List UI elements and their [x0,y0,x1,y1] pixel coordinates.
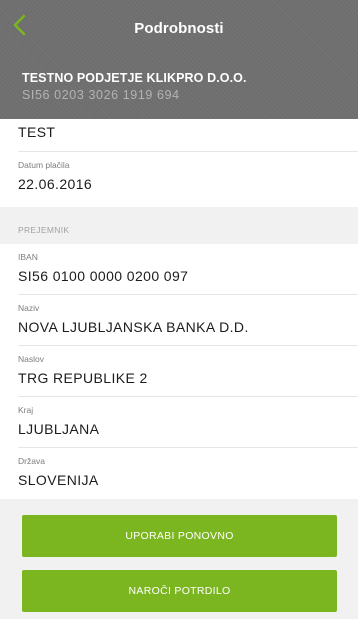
section-title: PREJEMNIK [18,225,70,235]
country-label: Država [18,456,45,466]
detail-row-country: Država SLOVENIJA [0,448,358,499]
city-value: LJUBLJANA [18,421,100,437]
detail-row-city: Kraj LJUBLJANA [0,397,358,448]
payment-date-label: Datum plačila [18,160,70,170]
country-value: SLOVENIJA [18,472,99,488]
address-label: Naslov [18,354,44,364]
account-iban: SI56 0203 3026 1919 694 [22,88,180,102]
order-confirmation-button[interactable]: NAROČI POTRDILO [22,570,337,612]
name-value: NOVA LJUBLJANSKA BANKA D.D. [18,319,249,335]
detail-row-iban: IBAN SI56 0100 0000 0200 097 [0,244,358,295]
header-bar: Podrobnosti TESTNO PODJETJE KLIKPRO D.O.… [0,0,358,119]
address-value: TRG REPUBLIKE 2 [18,370,148,386]
iban-label: IBAN [18,252,38,262]
detail-row-address: Naslov TRG REPUBLIKE 2 [0,346,358,397]
detail-row-purpose: TEST [0,119,358,152]
page-title: Podrobnosti [134,20,224,37]
detail-row-payment-date: Datum plačila 22.06.2016 [0,152,358,207]
iban-value: SI56 0100 0000 0200 097 [18,268,189,284]
purpose-value: TEST [18,124,56,140]
detail-row-name: Naziv NOVA LJUBLJANSKA BANKA D.D. [0,295,358,346]
reuse-button[interactable]: UPORABI PONOVNO [22,515,337,557]
name-label: Naziv [18,303,40,313]
account-name: TESTNO PODJETJE KLIKPRO D.O.O. [22,71,247,85]
city-label: Kraj [18,405,34,415]
action-area: UPORABI PONOVNO NAROČI POTRDILO [0,499,358,619]
payment-date-value: 22.06.2016 [18,176,93,192]
section-header-recipient: PREJEMNIK [0,207,358,244]
